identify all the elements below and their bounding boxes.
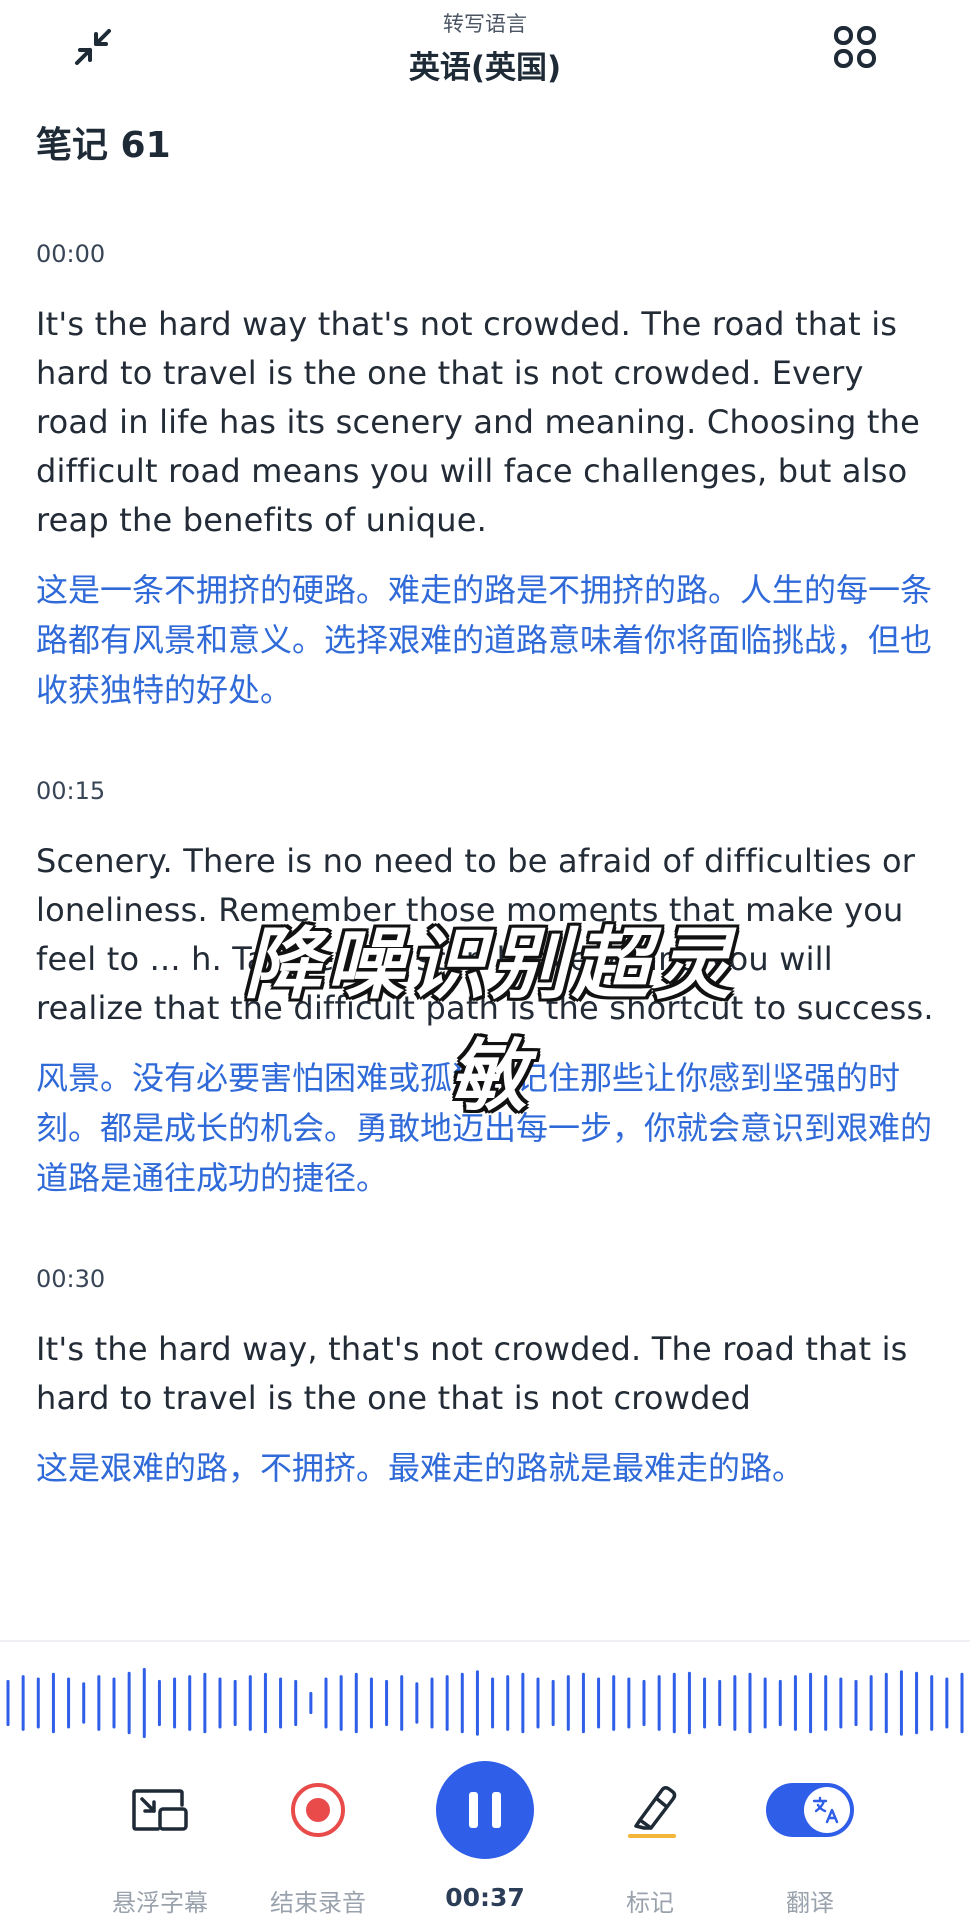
divider xyxy=(0,1640,970,1642)
segment-translation-text: 这是艰难的路，不拥挤。最难走的路就是最难走的路。 xyxy=(36,1449,805,1487)
picture-in-picture-icon xyxy=(132,1789,188,1831)
elapsed-time: 00:37 xyxy=(445,1883,525,1912)
mark-button[interactable]: 标记 xyxy=(580,1755,720,1918)
segment-timestamp: 00:30 xyxy=(36,1265,106,1293)
top-bar: 转写语言 英语(英国) xyxy=(0,0,970,110)
pause-button[interactable]: 00:37 xyxy=(415,1755,555,1912)
apps-grid-icon[interactable] xyxy=(820,12,890,82)
audio-waveform xyxy=(6,1667,964,1739)
translate-toggle[interactable]: 翻译 xyxy=(740,1755,880,1918)
segment-original-text: It's the hard way, that's not crowded. T… xyxy=(36,1330,908,1417)
promo-caption-overlay: 降噪识别超灵敏 xyxy=(243,920,736,1122)
transcript-segment[interactable]: 00:00 It's the hard way that's not crowd… xyxy=(36,240,936,715)
highlighter-icon xyxy=(628,1785,677,1838)
end-recording-label: 结束录音 xyxy=(270,1889,366,1917)
end-recording-button[interactable]: 结束录音 xyxy=(248,1755,388,1918)
note-title[interactable]: 笔记 61 xyxy=(36,116,171,168)
recording-controls: 悬浮字幕 结束录音 00:37 标记 翻译 xyxy=(0,1755,970,1920)
translate-label: 翻译 xyxy=(786,1889,834,1917)
segment-timestamp: 00:00 xyxy=(36,240,106,268)
segment-timestamp: 00:15 xyxy=(36,777,106,805)
floating-subtitles-label: 悬浮字幕 xyxy=(112,1889,208,1917)
transcript-list: 00:00 It's the hard way that's not crowd… xyxy=(36,240,936,1555)
stop-record-icon xyxy=(291,1783,345,1837)
pause-icon xyxy=(436,1761,534,1859)
floating-subtitles-button[interactable]: 悬浮字幕 xyxy=(90,1755,230,1918)
mark-label: 标记 xyxy=(626,1889,674,1917)
transcript-segment[interactable]: 00:30 It's the hard way, that's not crow… xyxy=(36,1265,936,1493)
segment-original-text: It's the hard way that's not crowded. Th… xyxy=(36,305,920,539)
translate-icon xyxy=(812,1796,839,1824)
segment-translation-text: 这是一条不拥挤的硬路。难走的路是不拥挤的路。人生的每一条路都有风景和意义。选择艰… xyxy=(36,571,933,709)
translate-switch[interactable] xyxy=(766,1783,854,1837)
